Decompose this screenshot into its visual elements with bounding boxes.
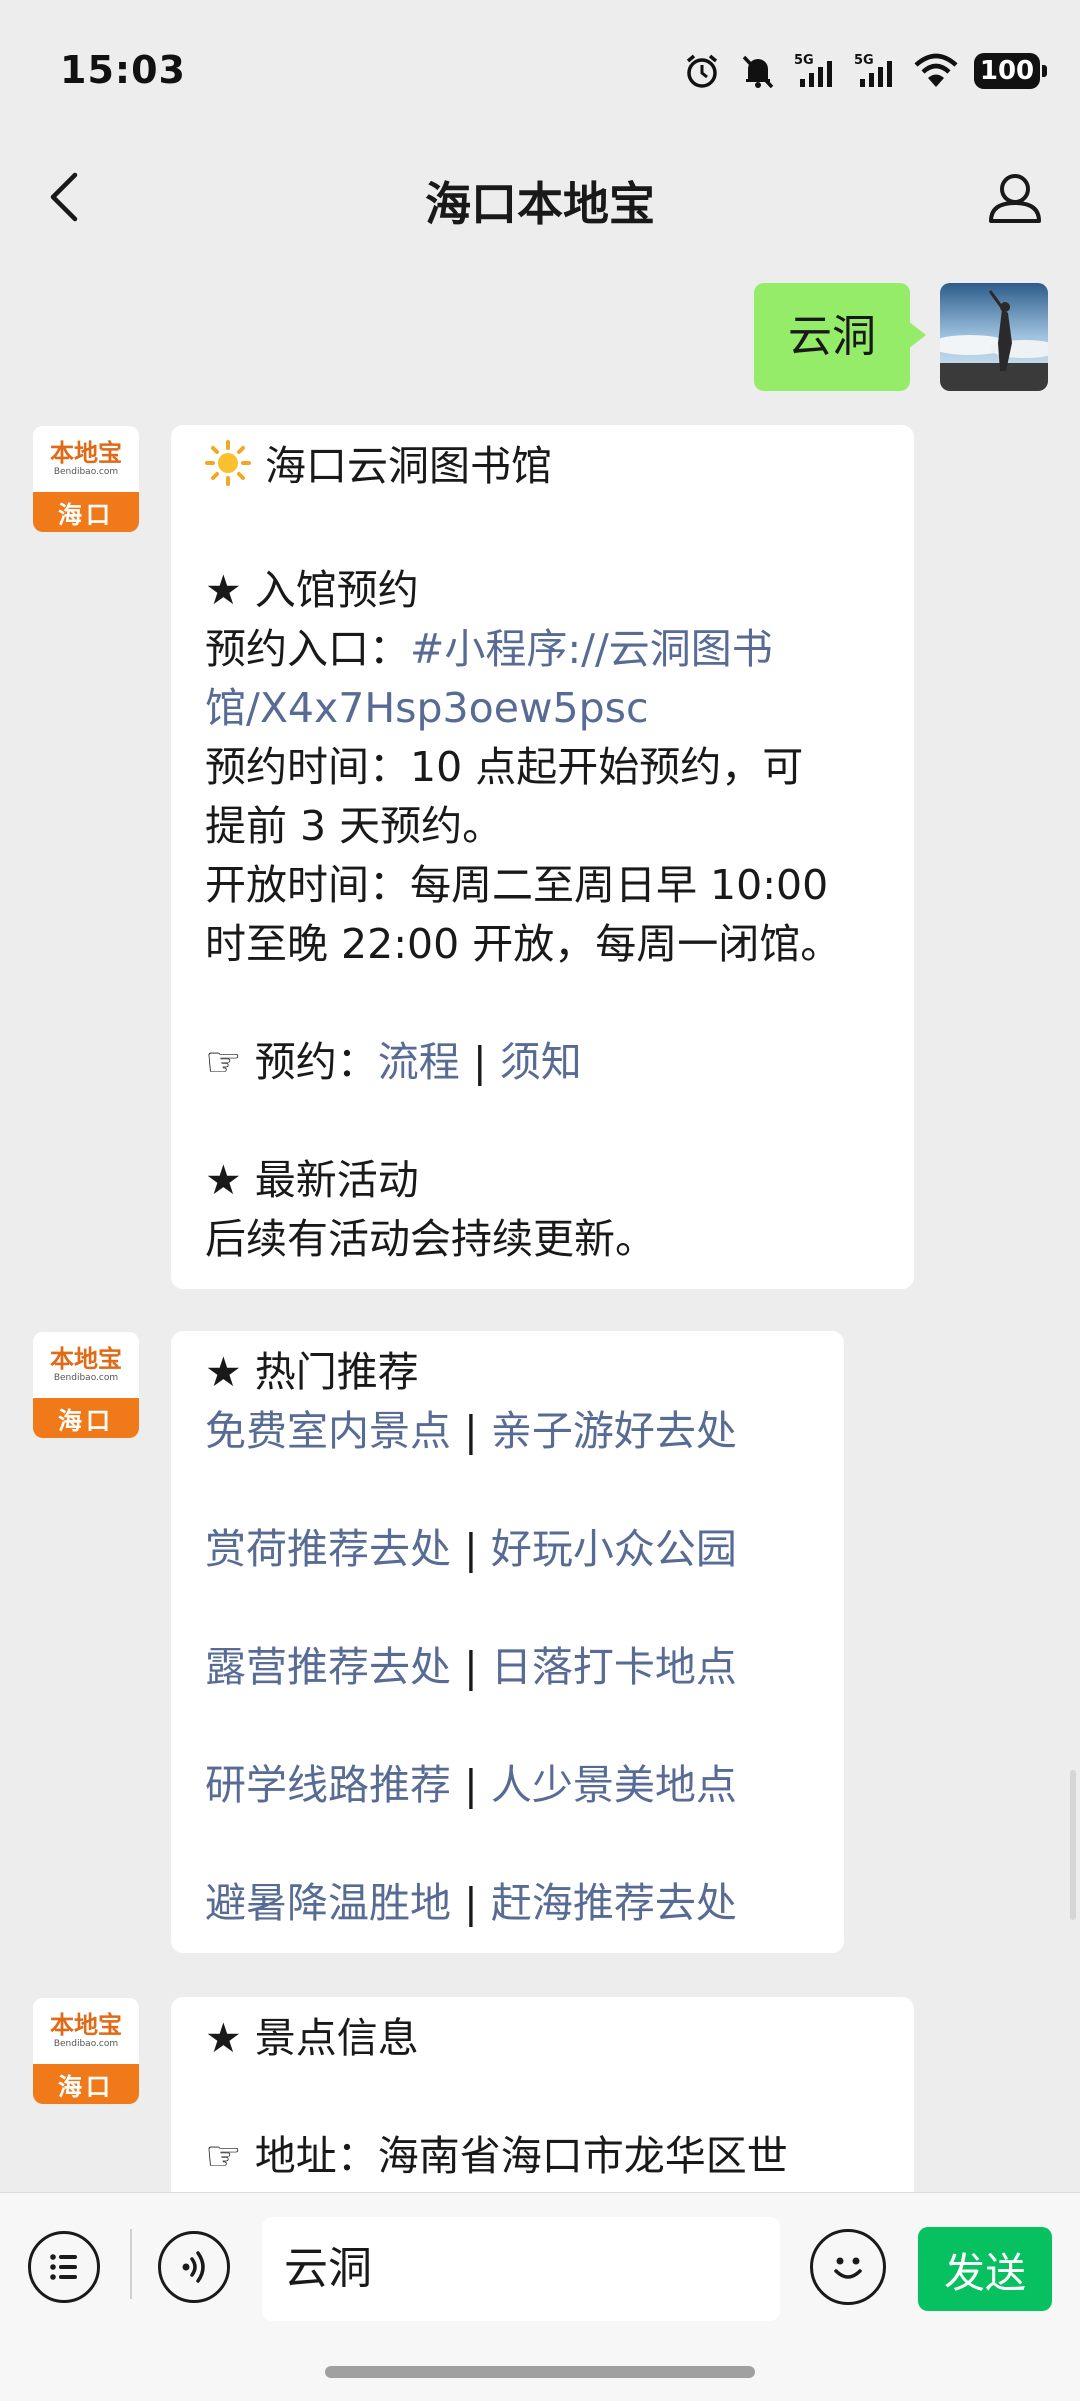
bot-avatar[interactable]: 本地宝 Bendibao.com 海口 <box>33 1998 139 2104</box>
scrollbar[interactable] <box>1070 1770 1076 1920</box>
signal-2-label: 5G <box>854 53 874 68</box>
emoji-button[interactable] <box>810 2229 886 2305</box>
open-time-line: 开放时间：每周二至周日早 10:00 <box>205 861 829 909</box>
signal-5g-icon: 5G <box>854 51 898 91</box>
recommend-link[interactable]: 赏荷推荐去处 <box>205 1525 451 1573</box>
status-bar: 15:03 5G 5G 100 <box>0 0 1080 140</box>
recommend-link[interactable]: 好玩小众公园 <box>491 1525 737 1573</box>
bot-message-library-info: 海口云洞图书馆 ★ 入馆预约 预约入口：#小程序://云洞图书 馆/X4x7Hs… <box>171 425 914 1289</box>
profile-button[interactable] <box>980 162 1050 232</box>
link-separator: | <box>472 1038 487 1086</box>
bot-message-recommendations: ★ 热门推荐 免费室内景点 | 亲子游好去处 赏荷推荐去处 | 好玩小众公园 露… <box>171 1331 844 1953</box>
user-message: 云洞 <box>754 283 1048 391</box>
voice-button[interactable] <box>158 2231 230 2303</box>
battery-icon: 100 <box>974 53 1047 89</box>
signal-5g-icon: 5G <box>794 51 838 91</box>
bot-logo-domain: Bendibao.com <box>53 2039 119 2049</box>
link-separator: | <box>464 1407 478 1455</box>
menu-button[interactable] <box>28 2231 100 2303</box>
user-message-bubble[interactable]: 云洞 <box>754 283 926 391</box>
recommend-link[interactable]: 人少景美地点 <box>491 1761 737 1809</box>
wifi-icon <box>914 51 958 91</box>
miniprogram-link-cont[interactable]: 馆/X4x7Hsp3oew5psc <box>205 679 882 738</box>
voice-icon <box>182 2251 205 2283</box>
recommend-link[interactable]: 避暑降温胜地 <box>205 1879 451 1927</box>
miniprogram-link[interactable]: #小程序://云洞图书 <box>410 625 773 673</box>
divider <box>130 2229 132 2299</box>
bot-city: 海口 <box>33 2064 139 2104</box>
status-icons: 5G 5G 100 <box>682 48 1047 94</box>
section-heading: ★ 景点信息 <box>205 2014 419 2062</box>
notice-link[interactable]: 须知 <box>500 1038 582 1086</box>
bot-avatar[interactable]: 本地宝 Bendibao.com 海口 <box>33 1332 139 1438</box>
reserve-time-line-2: 提前 3 天预约。 <box>205 802 504 850</box>
home-indicator[interactable] <box>325 2366 755 2378</box>
page-title: 海口本地宝 <box>425 177 655 231</box>
open-time-line-2: 时至晚 22:00 开放，每周一闭馆。 <box>205 920 842 968</box>
recommend-row: 避暑降温胜地 | 赶海推荐去处 <box>205 1874 812 1933</box>
recommend-link[interactable]: 亲子游好去处 <box>491 1407 737 1455</box>
section-heading: ★ 热门推荐 <box>205 1348 419 1396</box>
reserve-label: ☞ 预约： <box>205 1038 378 1086</box>
process-link[interactable]: 流程 <box>378 1038 460 1086</box>
address-line: ☞ 地址：海南省海口市龙华区世 <box>205 2132 788 2180</box>
message-input[interactable]: 云洞 <box>262 2217 780 2321</box>
recommend-link[interactable]: 露营推荐去处 <box>205 1643 451 1691</box>
reserve-links-line: ☞ 预约：流程 | 须知 <box>205 1033 882 1092</box>
status-time: 15:03 <box>60 48 186 92</box>
bot-logo: 本地宝 <box>50 2010 122 2039</box>
mute-bell-icon <box>738 51 778 91</box>
link-separator: | <box>464 1761 478 1809</box>
recommend-row: 露营推荐去处 | 日落打卡地点 <box>205 1638 812 1697</box>
activity-text: 后续有活动会持续更新。 <box>205 1215 656 1263</box>
bot-logo-domain: Bendibao.com <box>53 1373 119 1383</box>
bot-logo-domain: Bendibao.com <box>53 467 119 477</box>
user-avatar[interactable] <box>940 283 1048 391</box>
link-separator: | <box>464 1643 478 1691</box>
section-heading: ★ 最新活动 <box>205 1156 419 1204</box>
link-separator: | <box>464 1879 478 1927</box>
reserve-time-line: 预约时间：10 点起开始预约，可 <box>205 743 804 791</box>
signal-1-label: 5G <box>794 53 814 68</box>
recommend-link[interactable]: 赶海推荐去处 <box>491 1879 737 1927</box>
bot-avatar[interactable]: 本地宝 Bendibao.com 海口 <box>33 426 139 532</box>
nav-bar: 海口本地宝 <box>0 140 1080 255</box>
recommend-link[interactable]: 免费室内景点 <box>205 1407 451 1455</box>
list-icon <box>50 2254 77 2280</box>
sun-icon <box>205 440 251 502</box>
library-title: 海口云洞图书馆 <box>265 442 552 490</box>
alarm-icon <box>682 51 722 91</box>
person-icon <box>989 174 1041 223</box>
section-heading: ★ 入馆预约 <box>205 566 419 614</box>
bot-logo: 本地宝 <box>50 438 122 467</box>
send-button[interactable]: 发送 <box>918 2227 1052 2311</box>
smiley-icon <box>834 2257 862 2279</box>
bot-city: 海口 <box>33 492 139 532</box>
link-separator: | <box>464 1525 478 1573</box>
entry-line: 预约入口：#小程序://云洞图书 <box>205 620 882 679</box>
message-title-line: 海口云洞图书馆 <box>205 437 882 502</box>
recommend-row: 研学线路推荐 | 人少景美地点 <box>205 1756 812 1815</box>
recommend-row: 免费室内景点 | 亲子游好去处 <box>205 1402 812 1461</box>
recommend-row: 赏荷推荐去处 | 好玩小众公园 <box>205 1520 812 1579</box>
recommend-link[interactable]: 日落打卡地点 <box>491 1643 737 1691</box>
entry-label: 预约入口： <box>205 625 410 673</box>
bot-city: 海口 <box>33 1398 139 1438</box>
bot-logo: 本地宝 <box>50 1344 122 1373</box>
recommend-link[interactable]: 研学线路推荐 <box>205 1761 451 1809</box>
